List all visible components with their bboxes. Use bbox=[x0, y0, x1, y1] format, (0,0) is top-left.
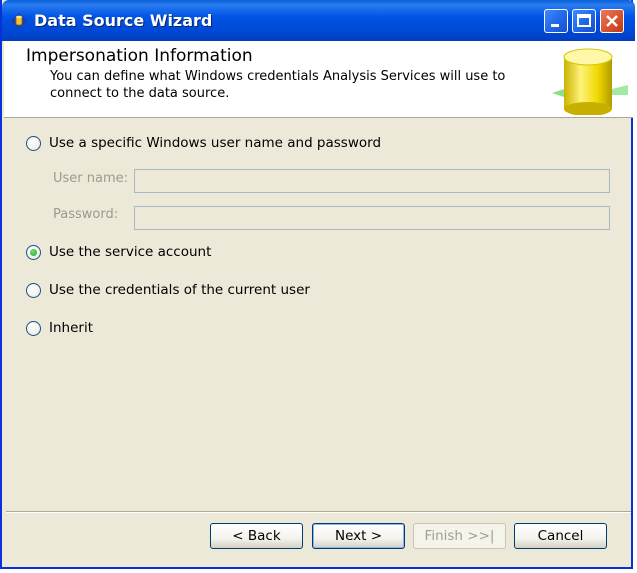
radio-label: Use the credentials of the current user bbox=[49, 282, 310, 298]
page-description: You can define what Windows credentials … bbox=[50, 69, 506, 101]
maximize-button[interactable] bbox=[572, 9, 596, 33]
footer-divider bbox=[6, 511, 631, 513]
wizard-header: Impersonation Information You can define… bbox=[4, 41, 633, 118]
wizard-app-icon bbox=[11, 13, 27, 29]
window-title: Data Source Wizard bbox=[34, 11, 213, 30]
password-input[interactable] bbox=[134, 206, 610, 230]
password-label: Password: bbox=[53, 207, 119, 222]
cancel-button[interactable]: Cancel bbox=[514, 523, 607, 549]
close-icon bbox=[606, 15, 618, 27]
radio-label: Use the service account bbox=[49, 244, 212, 260]
title-bar[interactable]: Data Source Wizard bbox=[2, 0, 635, 41]
back-button[interactable]: < Back bbox=[210, 523, 303, 549]
radio-option-specific-user[interactable]: Use a specific Windows user name and pas… bbox=[26, 135, 381, 151]
finish-button[interactable]: Finish >>| bbox=[413, 523, 506, 549]
radio-option-service-account[interactable]: Use the service account bbox=[26, 244, 211, 260]
radio-button[interactable] bbox=[26, 282, 41, 298]
close-button[interactable] bbox=[600, 9, 624, 33]
username-label: User name: bbox=[53, 171, 129, 186]
username-input[interactable] bbox=[134, 169, 610, 193]
radio-button[interactable] bbox=[26, 135, 41, 151]
maximize-icon bbox=[577, 14, 591, 27]
radio-button[interactable] bbox=[26, 320, 41, 336]
minimize-button[interactable] bbox=[544, 9, 568, 33]
radio-label: Use a specific Windows user name and pas… bbox=[49, 135, 382, 151]
radio-label: Inherit bbox=[49, 320, 93, 336]
page-title: Impersonation Information bbox=[26, 46, 253, 66]
radio-option-inherit[interactable]: Inherit bbox=[26, 320, 93, 336]
radio-option-current-user[interactable]: Use the credentials of the current user bbox=[26, 282, 310, 298]
minimize-icon bbox=[551, 24, 559, 27]
radio-button-selected[interactable] bbox=[26, 244, 41, 260]
data-source-wizard-window: Data Source Wizard Impersonation Informa… bbox=[0, 0, 635, 569]
next-button[interactable]: Next > bbox=[312, 523, 405, 549]
database-cylinder-icon bbox=[550, 45, 630, 119]
